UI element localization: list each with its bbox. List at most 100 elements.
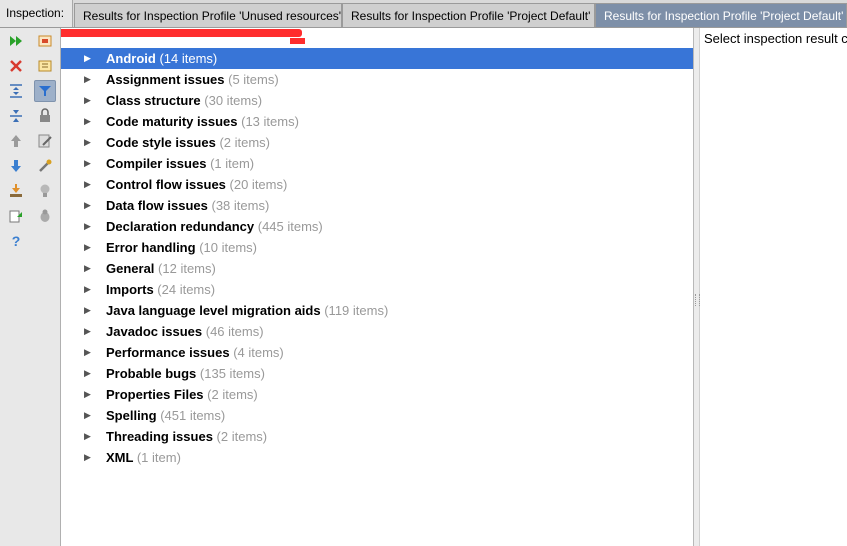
tree-row[interactable]: ▶ Android (14 items) <box>61 48 693 69</box>
tree-row-label: General (12 items) <box>106 258 216 279</box>
expand-arrow-icon[interactable]: ▶ <box>84 69 94 90</box>
suppress-icon[interactable] <box>34 55 56 77</box>
item-count: (38 items) <box>211 198 270 213</box>
category-name: Imports <box>106 282 154 297</box>
category-name: Android <box>106 51 156 66</box>
tree-row[interactable]: ▶ Code style issues (2 items) <box>61 132 693 153</box>
inspection-results-tree: ▶ Android (14 items) ▶ Assignment issues (5… <box>61 48 693 468</box>
expand-arrow-icon[interactable]: ▶ <box>84 237 94 258</box>
tree-row-label: XML (1 item) <box>106 447 181 468</box>
tree-row-label: Class structure (30 items) <box>106 90 262 111</box>
expand-arrow-icon[interactable]: ▶ <box>84 405 94 426</box>
category-name: Class structure <box>106 93 201 108</box>
item-count: (2 items) <box>219 135 271 150</box>
tree-row-label: Javadoc issues (46 items) <box>106 321 264 342</box>
quick-fix-icon[interactable] <box>34 155 56 177</box>
tree-row[interactable]: ▶ Declaration redundancy (445 items) <box>61 216 693 237</box>
edit-inspection-icon[interactable] <box>34 130 56 152</box>
inspection-details-panel: Select inspection result c <box>700 28 847 546</box>
category-name: Spelling <box>106 408 157 423</box>
debug-icon[interactable] <box>34 205 56 227</box>
tree-row-label: Code style issues (2 items) <box>106 132 270 153</box>
expand-arrow-icon[interactable]: ▶ <box>84 426 94 447</box>
expand-arrow-icon[interactable]: ▶ <box>84 111 94 132</box>
expand-all-icon[interactable] <box>5 80 27 102</box>
item-count: (119 items) <box>324 303 389 318</box>
tab-project-default-active[interactable]: Results for Inspection Profile 'Project … <box>595 3 847 27</box>
locked-icon[interactable] <box>34 105 56 127</box>
tree-row-label: Java language level migration aids (119 … <box>106 300 388 321</box>
tree-row[interactable]: ▶ Threading issues (2 items) <box>61 426 693 447</box>
previous-icon[interactable] <box>5 130 27 152</box>
filter-icon[interactable] <box>34 80 56 102</box>
inspection-label: Inspection: <box>0 0 73 27</box>
expand-arrow-icon[interactable]: ▶ <box>84 279 94 300</box>
tab-project-default-1[interactable]: Results for Inspection Profile 'Project … <box>342 3 595 27</box>
tree-row-label: Imports (24 items) <box>106 279 215 300</box>
item-count: (135 items) <box>199 366 265 381</box>
expand-arrow-icon[interactable]: ▶ <box>84 258 94 279</box>
next-icon[interactable] <box>5 155 27 177</box>
category-name: Properties Files <box>106 387 204 402</box>
expand-arrow-icon[interactable]: ▶ <box>84 447 94 468</box>
item-count: (5 items) <box>228 72 279 87</box>
tree-row-label: Spelling (451 items) <box>106 405 225 426</box>
tree-row[interactable]: ▶ Assignment issues (5 items) <box>61 69 693 90</box>
item-count: (451 items) <box>160 408 226 423</box>
expand-arrow-icon[interactable]: ▶ <box>84 195 94 216</box>
rerun-icon[interactable] <box>5 30 27 52</box>
expand-arrow-icon[interactable]: ▶ <box>84 48 94 69</box>
expand-arrow-icon[interactable]: ▶ <box>84 321 94 342</box>
tree-row[interactable]: ▶ Imports (24 items) <box>61 279 693 300</box>
tab-unused-resources[interactable]: Results for Inspection Profile 'Unused r… <box>74 3 342 27</box>
tree-row[interactable]: ▶ General (12 items) <box>61 258 693 279</box>
tree-row-label: Probable bugs (135 items) <box>106 363 265 384</box>
edit-settings-icon[interactable] <box>5 205 27 227</box>
expand-arrow-icon[interactable]: ▶ <box>84 174 94 195</box>
tree-row[interactable]: ▶ Data flow issues (38 items) <box>61 195 693 216</box>
expand-arrow-icon[interactable]: ▶ <box>84 300 94 321</box>
tree-row[interactable]: ▶ Spelling (451 items) <box>61 405 693 426</box>
collapse-all-icon[interactable] <box>5 105 27 127</box>
help-icon[interactable]: ? <box>5 230 27 252</box>
expand-arrow-icon[interactable]: ▶ <box>84 132 94 153</box>
tree-row[interactable]: ▶ Java language level migration aids (119… <box>61 300 693 321</box>
export-icon[interactable] <box>5 180 27 202</box>
tree-row[interactable]: ▶ Javadoc issues (46 items) <box>61 321 693 342</box>
tree-row[interactable]: ▶ Compiler issues (1 item) <box>61 153 693 174</box>
category-name: Error handling <box>106 240 196 255</box>
tree-row[interactable]: ▶ Class structure (30 items) <box>61 90 693 111</box>
category-name: Threading issues <box>106 429 213 444</box>
category-name: XML <box>106 450 134 465</box>
redaction-mark-tail <box>290 38 305 44</box>
item-count: (2 items) <box>207 387 258 402</box>
item-count: (30 items) <box>204 93 263 108</box>
item-count: (20 items) <box>229 177 288 192</box>
panel-splitter[interactable] <box>693 28 700 546</box>
expand-arrow-icon[interactable]: ▶ <box>84 363 94 384</box>
run-profile-icon[interactable] <box>34 30 56 52</box>
tree-row[interactable]: ▶ Control flow issues (20 items) <box>61 174 693 195</box>
tree-row[interactable]: ▶ Error handling (10 items) <box>61 237 693 258</box>
expand-arrow-icon[interactable]: ▶ <box>84 153 94 174</box>
expand-arrow-icon[interactable]: ▶ <box>84 90 94 111</box>
item-count: (24 items) <box>157 282 216 297</box>
category-name: Javadoc issues <box>106 324 203 339</box>
tree-row[interactable]: ▶ Performance issues (4 items) <box>61 342 693 363</box>
tree-row[interactable]: ▶ Code maturity issues (13 items) <box>61 111 693 132</box>
category-name: Code maturity issues <box>106 114 238 129</box>
expand-arrow-icon[interactable]: ▶ <box>84 342 94 363</box>
tree-row[interactable]: ▶ Properties Files (2 items) <box>61 384 693 405</box>
item-count: (10 items) <box>199 240 257 255</box>
item-count: (1 item) <box>210 156 255 171</box>
tree-row[interactable]: ▶ Probable bugs (135 items) <box>61 363 693 384</box>
category-name: Declaration redundancy <box>106 219 255 234</box>
expand-arrow-icon[interactable]: ▶ <box>84 216 94 237</box>
tree-row[interactable]: ▶ XML (1 item) <box>61 447 693 468</box>
expand-arrow-icon[interactable]: ▶ <box>84 384 94 405</box>
close-icon[interactable] <box>5 55 27 77</box>
bulb-icon[interactable] <box>34 180 56 202</box>
item-count: (46 items) <box>205 324 264 339</box>
item-count: (13 items) <box>241 114 299 129</box>
category-name: Data flow issues <box>106 198 208 213</box>
